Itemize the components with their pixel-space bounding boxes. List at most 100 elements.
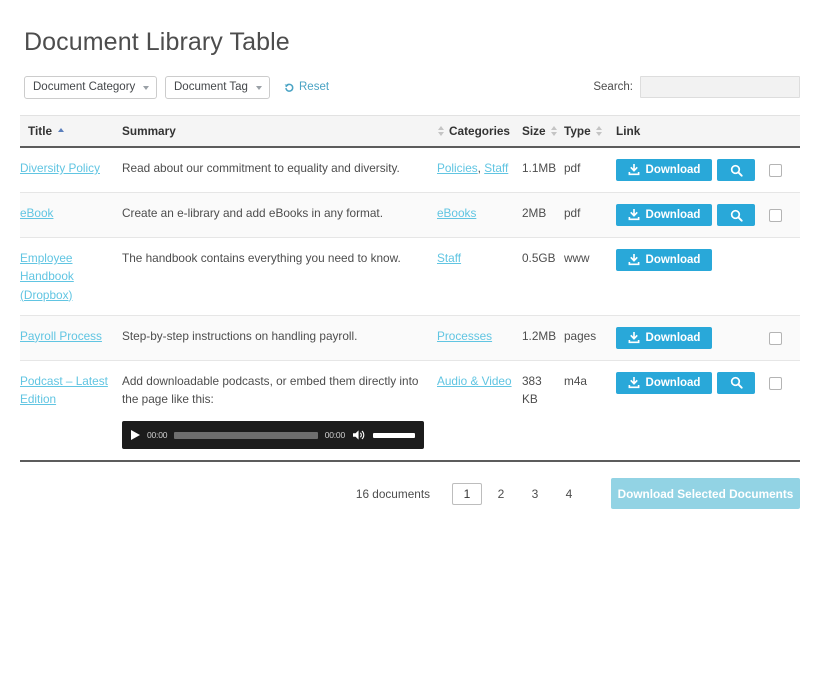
cell-categories: eBooks bbox=[437, 193, 522, 238]
download-selected-documents-button[interactable]: Download Selected Documents bbox=[611, 478, 800, 509]
table-footer: 16 documents 1234 Download Selected Docu… bbox=[20, 462, 800, 509]
download-button-label: Download bbox=[646, 209, 701, 221]
category-link[interactable]: eBooks bbox=[437, 206, 476, 220]
cell-title: Podcast – Latest Edition bbox=[20, 360, 122, 461]
column-label-type: Type bbox=[564, 124, 591, 138]
search-magnifier-icon bbox=[730, 164, 743, 177]
table-row: Payroll Process Step-by-step instructions… bbox=[20, 315, 800, 360]
cell-categories: Policies, Staff bbox=[437, 147, 522, 193]
summary-text: The handbook contains everything you nee… bbox=[122, 251, 401, 265]
summary-text: Create an e-library and add eBooks in an… bbox=[122, 206, 383, 220]
reset-filters-link[interactable]: Reset bbox=[284, 81, 329, 93]
document-title-link[interactable]: Payroll Process bbox=[20, 329, 102, 343]
cell-link: Download bbox=[616, 193, 800, 238]
reset-label: Reset bbox=[299, 81, 329, 93]
cell-type: pdf bbox=[564, 193, 616, 238]
category-link[interactable]: Staff bbox=[484, 161, 508, 175]
page-link[interactable]: 1 bbox=[452, 483, 482, 505]
cell-categories: Processes bbox=[437, 315, 522, 360]
download-button[interactable]: Download bbox=[616, 327, 712, 349]
document-tag-select[interactable]: Document Tag bbox=[165, 76, 270, 99]
chevron-down-icon bbox=[256, 86, 262, 90]
column-header-categories[interactable]: Categories bbox=[437, 116, 522, 148]
download-button[interactable]: Download bbox=[616, 159, 712, 181]
table-row: Employee Handbook (Dropbox) The handbook … bbox=[20, 238, 800, 316]
cell-title: eBook bbox=[20, 193, 122, 238]
page-link[interactable]: 4 bbox=[557, 485, 581, 503]
page-link[interactable]: 2 bbox=[489, 485, 513, 503]
cell-link: Download bbox=[616, 238, 800, 316]
preview-button[interactable] bbox=[717, 159, 755, 181]
cell-summary: Add downloadable podcasts, or embed them… bbox=[122, 360, 437, 461]
cell-link: Download bbox=[616, 315, 800, 360]
download-button[interactable]: Download bbox=[616, 249, 712, 271]
cell-title: Payroll Process bbox=[20, 315, 122, 360]
column-label-categories: Categories bbox=[449, 124, 510, 138]
row-select-checkbox[interactable] bbox=[769, 377, 782, 390]
category-link[interactable]: Staff bbox=[437, 251, 461, 265]
column-header-link[interactable]: Link bbox=[616, 116, 800, 148]
column-header-type[interactable]: Type bbox=[564, 116, 616, 148]
cell-link: Download bbox=[616, 147, 800, 193]
column-header-size[interactable]: Size bbox=[522, 116, 564, 148]
preview-button[interactable] bbox=[717, 204, 755, 226]
column-label-title: Title bbox=[28, 124, 52, 138]
document-library-page: Document Library Table Document Category… bbox=[0, 0, 820, 681]
document-category-select[interactable]: Document Category bbox=[24, 76, 157, 99]
action-spacer bbox=[717, 327, 755, 349]
column-header-title[interactable]: Title bbox=[20, 116, 122, 148]
download-button-label: Download bbox=[646, 332, 701, 344]
sort-asc-icon bbox=[57, 128, 64, 134]
category-link[interactable]: Audio & Video bbox=[437, 374, 512, 388]
download-icon bbox=[628, 377, 640, 389]
document-category-select-label: Document Category bbox=[33, 81, 135, 93]
download-button-label: Download bbox=[646, 164, 701, 176]
document-title-link[interactable]: eBook bbox=[20, 206, 53, 220]
download-button-label: Download bbox=[646, 377, 701, 389]
sort-none-icon bbox=[596, 126, 603, 136]
table-body: Diversity PolicyRead about our commitmen… bbox=[20, 147, 800, 461]
row-select-checkbox[interactable] bbox=[769, 332, 782, 345]
search-input[interactable] bbox=[640, 76, 800, 98]
category-link[interactable]: Processes bbox=[437, 329, 492, 343]
cell-title: Diversity Policy bbox=[20, 147, 122, 193]
row-select-checkbox[interactable] bbox=[769, 209, 782, 222]
table-row: Podcast – Latest Edition Add downloadable… bbox=[20, 360, 800, 461]
preview-button[interactable] bbox=[717, 372, 755, 394]
link-actions: Download bbox=[616, 249, 794, 271]
play-icon[interactable] bbox=[131, 430, 140, 440]
audio-progress-bar[interactable] bbox=[174, 432, 317, 439]
column-header-summary[interactable]: Summary bbox=[122, 116, 437, 148]
reset-arrow-icon bbox=[284, 82, 295, 93]
search-label: Search: bbox=[593, 81, 633, 93]
table-row: Diversity PolicyRead about our commitmen… bbox=[20, 147, 800, 193]
page-link[interactable]: 3 bbox=[523, 485, 547, 503]
column-label-summary: Summary bbox=[122, 124, 176, 138]
search-magnifier-icon bbox=[730, 209, 743, 222]
table-header: Title Summary Categories bbox=[20, 116, 800, 148]
row-select-checkbox[interactable] bbox=[769, 164, 782, 177]
download-icon bbox=[628, 164, 640, 176]
cell-summary: The handbook contains everything you nee… bbox=[122, 238, 437, 316]
document-title-link[interactable]: Diversity Policy bbox=[20, 161, 100, 175]
cell-title: Employee Handbook (Dropbox) bbox=[20, 238, 122, 316]
chevron-down-icon bbox=[143, 86, 149, 90]
cell-categories: Audio & Video bbox=[437, 360, 522, 461]
document-title-link[interactable]: Podcast – Latest Edition bbox=[20, 374, 108, 406]
sort-none-icon bbox=[551, 126, 558, 136]
search-magnifier-icon bbox=[730, 376, 743, 389]
sort-none-icon bbox=[437, 126, 444, 136]
link-actions: Download bbox=[616, 372, 794, 394]
column-label-size: Size bbox=[522, 124, 546, 138]
cell-summary: Step-by-step instructions on handling pa… bbox=[122, 315, 437, 360]
speaker-icon[interactable] bbox=[352, 429, 366, 441]
category-link[interactable]: Policies bbox=[437, 161, 478, 175]
download-button[interactable]: Download bbox=[616, 372, 712, 394]
audio-player[interactable]: 00:0000:00 bbox=[122, 421, 424, 449]
audio-volume-slider[interactable] bbox=[373, 433, 415, 438]
documents-table: Title Summary Categories bbox=[20, 115, 800, 462]
link-actions: Download bbox=[616, 327, 794, 349]
download-button[interactable]: Download bbox=[616, 204, 712, 226]
summary-text: Add downloadable podcasts, or embed them… bbox=[122, 374, 418, 406]
document-title-link[interactable]: Employee Handbook (Dropbox) bbox=[20, 251, 74, 302]
